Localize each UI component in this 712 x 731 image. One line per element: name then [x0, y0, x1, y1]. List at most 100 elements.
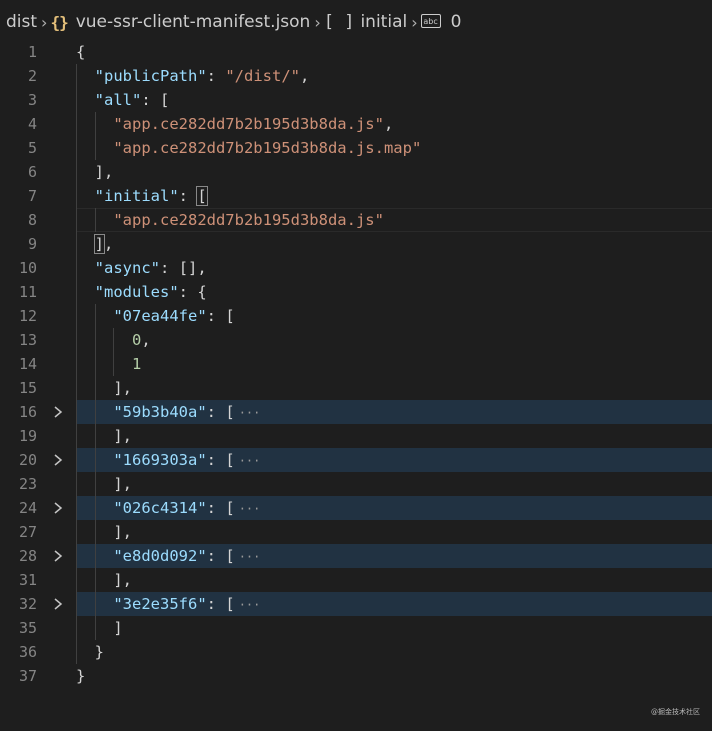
- code-line[interactable]: 14 1: [0, 352, 712, 376]
- code-line[interactable]: 11 "modules": {: [0, 280, 712, 304]
- json-punctuation: ]: [113, 523, 123, 541]
- code-line[interactable]: 12 "07ea44fe": [: [0, 304, 712, 328]
- json-punctuation: [188, 187, 197, 205]
- json-punctuation: {: [197, 283, 207, 301]
- fold-chevron-right-icon[interactable]: [51, 448, 65, 472]
- json-punctuation: ,: [104, 235, 114, 253]
- json-string: "app.ce282dd7b2b195d3b8da.js": [113, 115, 384, 133]
- code-line[interactable]: 5 "app.ce282dd7b2b195d3b8da.js.map": [0, 136, 712, 160]
- code-line[interactable]: 1{: [0, 40, 712, 64]
- json-punctuation: ]: [113, 379, 123, 397]
- fold-chevron-right-icon[interactable]: [51, 496, 65, 520]
- chevron-right-icon: ›: [411, 12, 418, 32]
- code-line[interactable]: 27 ],: [0, 520, 712, 544]
- fold-ellipsis[interactable]: ···: [239, 550, 261, 564]
- line-number: 31: [18, 571, 37, 589]
- code-line[interactable]: 9 ],: [0, 232, 712, 256]
- json-punctuation: [76, 643, 95, 661]
- chevron-right-icon: ›: [41, 12, 48, 32]
- line-number: 35: [18, 619, 37, 637]
- code-line[interactable]: 19 ],: [0, 424, 712, 448]
- json-punctuation: ,: [197, 259, 207, 277]
- code-line[interactable]: 2 "publicPath": "/dist/",: [0, 64, 712, 88]
- code-line[interactable]: 23 ],: [0, 472, 712, 496]
- line-number: 8: [27, 211, 37, 229]
- fold-chevron-right-icon[interactable]: [51, 544, 65, 568]
- json-punctuation: :: [206, 451, 216, 469]
- code-text: "app.ce282dd7b2b195d3b8da.js": [76, 208, 384, 232]
- code-line[interactable]: 37}: [0, 664, 712, 688]
- json-punctuation: [76, 91, 95, 109]
- code-line[interactable]: 13 0,: [0, 328, 712, 352]
- json-punctuation: :: [206, 595, 216, 613]
- line-number: 13: [18, 331, 37, 349]
- json-punctuation: [: [225, 595, 235, 613]
- line-number: 23: [18, 475, 37, 493]
- code-line[interactable]: 35 ]: [0, 616, 712, 640]
- fold-ellipsis[interactable]: ···: [239, 598, 261, 612]
- breadcrumb-index[interactable]: 0: [451, 12, 462, 32]
- code-line[interactable]: 36 }: [0, 640, 712, 664]
- fold-ellipsis[interactable]: ···: [239, 454, 261, 468]
- fold-ellipsis[interactable]: ···: [239, 502, 261, 516]
- json-punctuation: [216, 451, 225, 469]
- code-line[interactable]: 31 ],: [0, 568, 712, 592]
- line-number: 7: [27, 187, 37, 205]
- json-punctuation: ]: [93, 234, 106, 254]
- json-punctuation: [: [225, 451, 235, 469]
- code-line[interactable]: 4 "app.ce282dd7b2b195d3b8da.js",: [0, 112, 712, 136]
- fold-ellipsis[interactable]: ···: [239, 406, 261, 420]
- line-number: 3: [27, 91, 37, 109]
- json-punctuation: [: [178, 259, 189, 277]
- code-editor[interactable]: 1{2 "publicPath": "/dist/", 3 "all": [4 "…: [0, 38, 712, 731]
- json-punctuation: ,: [122, 379, 133, 397]
- json-punctuation: [: [160, 91, 170, 109]
- code-line[interactable]: 24 "026c4314": [···: [0, 496, 712, 520]
- line-number: 14: [18, 355, 37, 373]
- line-number: 10: [18, 259, 37, 277]
- json-punctuation: [151, 91, 160, 109]
- json-key: "e8d0d092": [113, 547, 207, 565]
- code-text: ],: [76, 376, 132, 400]
- code-line[interactable]: 28 "e8d0d092": [···: [0, 544, 712, 568]
- code-line[interactable]: 7 "initial": [: [0, 184, 712, 208]
- code-line[interactable]: 3 "all": [: [0, 88, 712, 112]
- code-line[interactable]: 20 "1669303a": [···: [0, 448, 712, 472]
- json-punctuation: ,: [122, 427, 133, 445]
- json-punctuation: [: [225, 307, 235, 325]
- json-punctuation: [188, 283, 197, 301]
- code-text: "initial": [: [76, 184, 208, 208]
- indent-guide: [94, 112, 96, 160]
- watermark: @掘金技术社区: [651, 708, 700, 716]
- line-number: 4: [27, 115, 37, 133]
- line-number: 28: [18, 547, 37, 565]
- breadcrumb-file[interactable]: vue-ssr-client-manifest.json: [76, 12, 311, 32]
- json-punctuation: ]: [113, 571, 123, 589]
- json-punctuation: ]: [94, 163, 105, 181]
- line-number: 24: [18, 499, 37, 517]
- json-punctuation: [76, 331, 132, 349]
- code-text: "app.ce282dd7b2b195d3b8da.js.map": [76, 136, 421, 160]
- code-text: "1669303a": [ ···: [76, 448, 260, 473]
- json-punctuation: ,: [122, 571, 133, 589]
- code-line[interactable]: 32 "3e2e35f6": [···: [0, 592, 712, 616]
- code-line[interactable]: 10 "async": [],: [0, 256, 712, 280]
- line-number: 32: [18, 595, 37, 613]
- fold-chevron-right-icon[interactable]: [51, 400, 65, 424]
- json-key: "1669303a": [113, 451, 207, 469]
- json-punctuation: ,: [383, 115, 394, 133]
- code-line[interactable]: 16 "59b3b40a": [···: [0, 400, 712, 424]
- code-line[interactable]: 15 ],: [0, 376, 712, 400]
- code-line[interactable]: 8 "app.ce282dd7b2b195d3b8da.js": [0, 208, 712, 232]
- json-punctuation: ]: [113, 475, 123, 493]
- fold-chevron-right-icon[interactable]: [51, 592, 65, 616]
- breadcrumb-key[interactable]: initial: [360, 12, 407, 32]
- json-punctuation: ,: [141, 331, 151, 349]
- line-number: 5: [27, 139, 37, 157]
- json-key: "026c4314": [113, 499, 207, 517]
- code-line[interactable]: 6 ],: [0, 160, 712, 184]
- code-text: 1: [76, 352, 141, 376]
- breadcrumb-folder[interactable]: dist: [6, 12, 37, 32]
- json-punctuation: :: [206, 547, 216, 565]
- json-punctuation: [216, 403, 225, 421]
